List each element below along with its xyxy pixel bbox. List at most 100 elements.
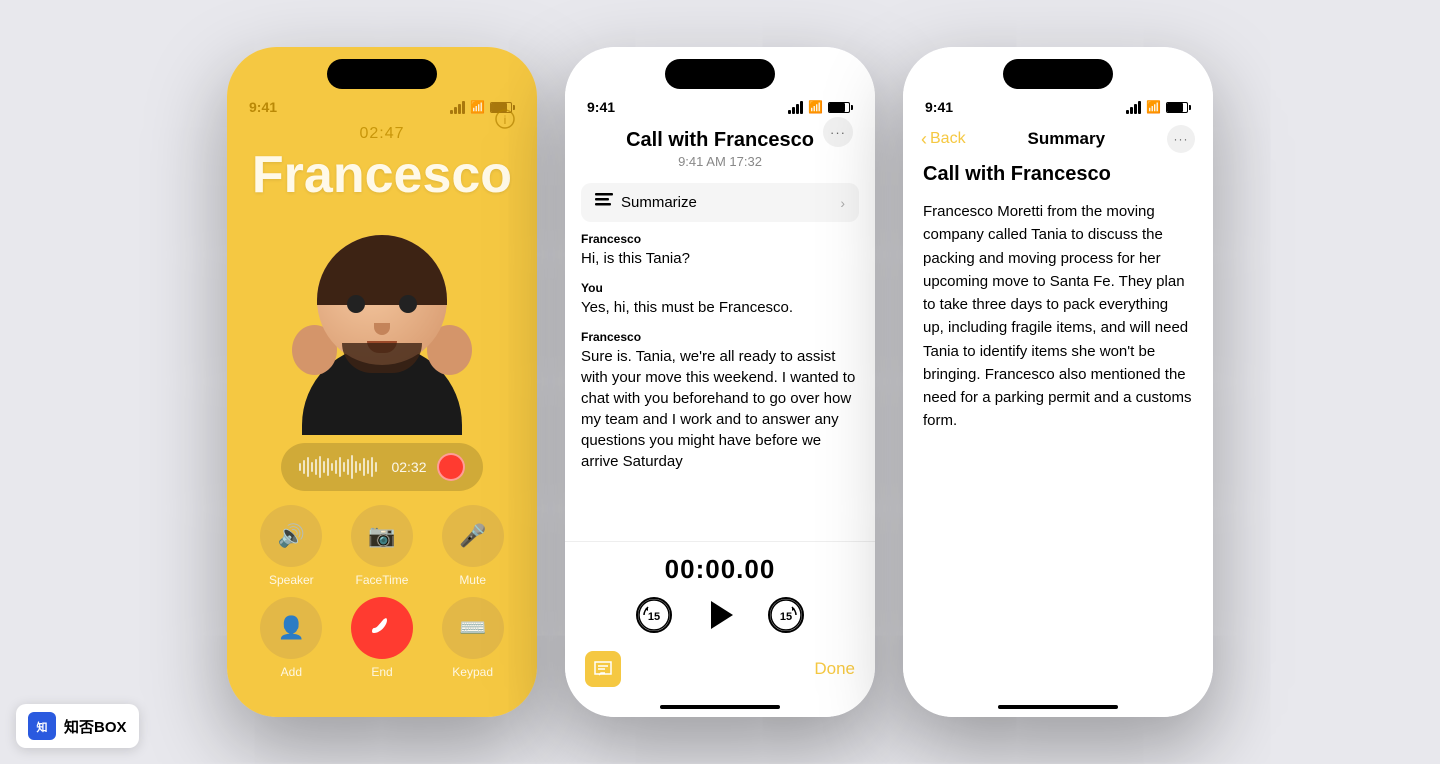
dynamic-island-1 xyxy=(327,59,437,89)
transcript-subtitle: 9:41 AM 17:32 xyxy=(585,154,855,169)
battery-2 xyxy=(828,102,853,113)
info-icon[interactable]: i xyxy=(495,109,515,134)
wl3 xyxy=(307,457,309,477)
facetime-button[interactable]: 📷 FaceTime xyxy=(342,505,423,587)
phone-3-summary: 9:41 📶 ‹ xyxy=(903,47,1213,717)
transcript-screen: 9:41 📶 ··· xyxy=(565,47,875,717)
wl16 xyxy=(359,463,361,471)
status-icons-2: 📶 xyxy=(788,100,853,114)
caller-name: Francesco xyxy=(252,145,512,205)
svg-text:i: i xyxy=(504,113,507,127)
signal-bar-3 xyxy=(458,104,461,114)
call-buttons-grid: 🔊 Speaker 📷 FaceTime 🎤 Mute 👤 Add xyxy=(227,505,537,679)
wl12 xyxy=(343,462,345,472)
battery-3 xyxy=(1166,102,1191,113)
svg-text:15: 15 xyxy=(648,611,660,623)
back-label: Back xyxy=(930,130,966,148)
wl6 xyxy=(319,456,321,478)
done-button[interactable]: Done xyxy=(814,659,855,679)
watermark-icon: 知 xyxy=(28,712,56,740)
more-button-3[interactable]: ··· xyxy=(1167,125,1195,153)
wifi-icon-2: 📶 xyxy=(808,100,823,114)
watermark: 知 知否BOX xyxy=(16,704,139,748)
signal-bars-3 xyxy=(1126,101,1141,114)
wl17 xyxy=(363,458,365,476)
wl15 xyxy=(355,461,357,473)
status-time-1: 9:41 xyxy=(249,99,277,115)
svg-text:知: 知 xyxy=(36,720,48,734)
s-bar-2 xyxy=(792,107,795,114)
status-bar-1: 9:41 📶 xyxy=(227,93,537,115)
home-indicator-3 xyxy=(998,705,1118,709)
mute-button[interactable]: 🎤 Mute xyxy=(432,505,513,587)
add-label: Add xyxy=(281,665,302,679)
text-0: Hi, is this Tania? xyxy=(581,248,859,269)
sb1 xyxy=(1126,110,1129,114)
summarize-left: Summarize xyxy=(595,193,697,212)
play-button[interactable] xyxy=(700,595,740,635)
transcript-body: Francesco Hi, is this Tania? You Yes, hi… xyxy=(565,232,875,541)
more-icon-2: ··· xyxy=(830,125,846,140)
back-chevron-icon: ‹ xyxy=(921,129,927,150)
more-button-2[interactable]: ··· xyxy=(823,117,853,147)
speaker-0: Francesco xyxy=(581,232,859,246)
facetime-label: FaceTime xyxy=(356,573,409,587)
speaker-label: Speaker xyxy=(269,573,314,587)
dynamic-island-3 xyxy=(1003,59,1113,89)
phone-1-active-call: 9:41 📶 xyxy=(227,47,537,717)
speaker-icon: 🔊 xyxy=(260,505,322,567)
summary-body: Call with Francesco Francesco Moretti fr… xyxy=(903,153,1213,705)
playback-controls: 15 15 xyxy=(636,595,804,635)
signal-bar-2 xyxy=(454,107,457,114)
mute-icon: 🎤 xyxy=(442,505,504,567)
mute-label: Mute xyxy=(459,573,486,587)
wifi-icon-3: 📶 xyxy=(1146,100,1161,114)
summary-nav-title: Summary xyxy=(1028,129,1105,149)
sb2 xyxy=(1130,107,1133,114)
skip-back-button[interactable]: 15 xyxy=(636,597,672,633)
wl2 xyxy=(303,460,305,474)
signal-bars-1 xyxy=(450,101,465,114)
playback-section: 00:00.00 15 xyxy=(565,541,875,643)
wl1 xyxy=(299,463,301,471)
status-bar-2: 9:41 📶 xyxy=(565,93,875,115)
wl8 xyxy=(327,458,329,476)
s-bar-1 xyxy=(788,110,791,114)
transcript-entry-2: Francesco Sure is. Tania, we're all read… xyxy=(581,330,859,472)
keypad-label: Keypad xyxy=(452,665,493,679)
keypad-icon: ⌨️ xyxy=(442,597,504,659)
summarize-icon xyxy=(595,193,613,212)
chat-icon[interactable] xyxy=(585,651,621,687)
status-icons-3: 📶 xyxy=(1126,100,1191,114)
record-button[interactable] xyxy=(437,453,465,481)
summary-call-title: Call with Francesco xyxy=(923,163,1193,186)
keypad-button[interactable]: ⌨️ Keypad xyxy=(432,597,513,679)
caller-avatar xyxy=(282,215,482,435)
speaker-2: Francesco xyxy=(581,330,859,344)
call-timer: 02:47 xyxy=(359,125,404,143)
wl19 xyxy=(371,457,373,477)
add-button[interactable]: 👤 Add xyxy=(251,597,332,679)
speaker-button[interactable]: 🔊 Speaker xyxy=(251,505,332,587)
play-icon xyxy=(711,601,733,629)
signal-bar-4 xyxy=(462,101,465,114)
status-bar-3: 9:41 📶 xyxy=(903,93,1213,115)
back-button[interactable]: ‹ Back xyxy=(921,129,966,150)
summary-screen: 9:41 📶 ‹ xyxy=(903,47,1213,717)
summary-text: Francesco Moretti from the moving compan… xyxy=(923,200,1193,433)
wl7 xyxy=(323,461,325,473)
wl18 xyxy=(367,460,369,474)
skip-forward-button[interactable]: 15 xyxy=(768,597,804,633)
transcript-title: Call with Francesco xyxy=(585,129,855,152)
phones-container: 9:41 📶 xyxy=(227,47,1213,717)
summarize-bar[interactable]: Summarize › xyxy=(581,183,859,222)
wl20 xyxy=(375,462,377,472)
svg-text:15: 15 xyxy=(780,611,792,623)
call-screen: 9:41 📶 xyxy=(227,47,537,717)
s-bar-4 xyxy=(800,101,803,114)
end-button[interactable]: End xyxy=(342,597,423,679)
wl13 xyxy=(347,459,349,475)
transcript-footer: Done xyxy=(565,643,875,701)
memoji-hair xyxy=(317,235,447,305)
phone-2-transcript: 9:41 📶 ··· xyxy=(565,47,875,717)
